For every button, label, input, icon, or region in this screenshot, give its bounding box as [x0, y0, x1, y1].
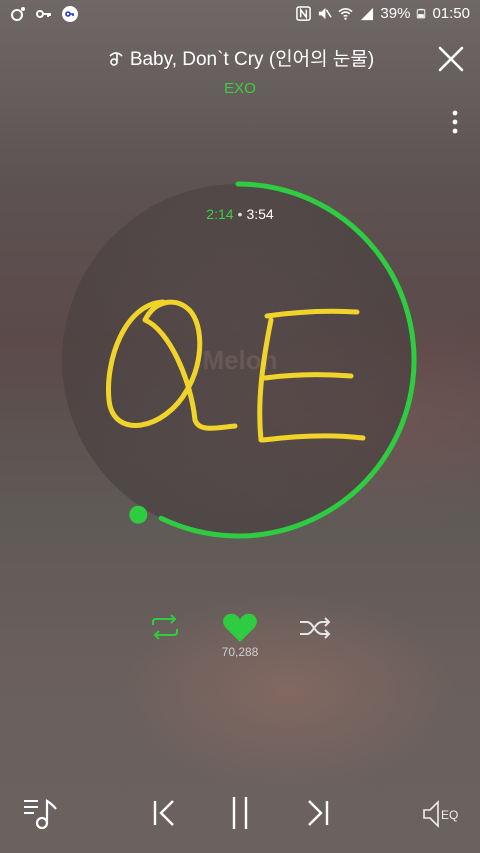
previous-icon[interactable] — [148, 797, 180, 829]
signal-icon — [361, 7, 374, 21]
playlist-icon[interactable] — [22, 795, 62, 831]
album-art-drawing — [105, 299, 366, 443]
melon-status-icon — [11, 7, 25, 21]
equalizer-icon[interactable]: EQ — [422, 798, 462, 830]
current-time: 2:14 — [206, 206, 234, 222]
repeat-icon[interactable] — [148, 614, 182, 640]
vpn-icon — [62, 6, 78, 22]
total-time: 3:54 — [246, 206, 274, 222]
key-icon — [36, 10, 51, 18]
status-bar: 39% 01:50 — [0, 0, 480, 30]
progress-knob — [129, 505, 148, 524]
lyrics-note-icon — [109, 52, 123, 66]
battery-percent: 39% — [380, 5, 411, 22]
heart-icon[interactable] — [222, 612, 258, 644]
nfc-icon — [296, 6, 312, 21]
svg-text:EQ: EQ — [441, 808, 458, 822]
time-separator: • — [237, 206, 243, 222]
mute-icon — [319, 7, 333, 20]
song-title: Baby, Don`t Cry (인어의 눈물) — [129, 49, 375, 70]
next-icon[interactable] — [302, 797, 334, 829]
artist-name[interactable]: EXO — [0, 80, 480, 97]
battery-icon — [417, 8, 426, 19]
close-button[interactable] — [436, 44, 466, 74]
song-title-row[interactable]: Baby, Don`t Cry (인어의 눈물) — [40, 44, 440, 71]
time-display: 2:14 • 3:54 — [0, 206, 480, 222]
more-options-icon[interactable] — [448, 108, 462, 138]
clock: 01:50 — [432, 5, 470, 22]
pause-icon[interactable] — [226, 795, 254, 831]
wifi-icon — [338, 8, 353, 20]
like-count: 70,288 — [221, 645, 259, 659]
shuffle-icon[interactable] — [298, 616, 332, 640]
